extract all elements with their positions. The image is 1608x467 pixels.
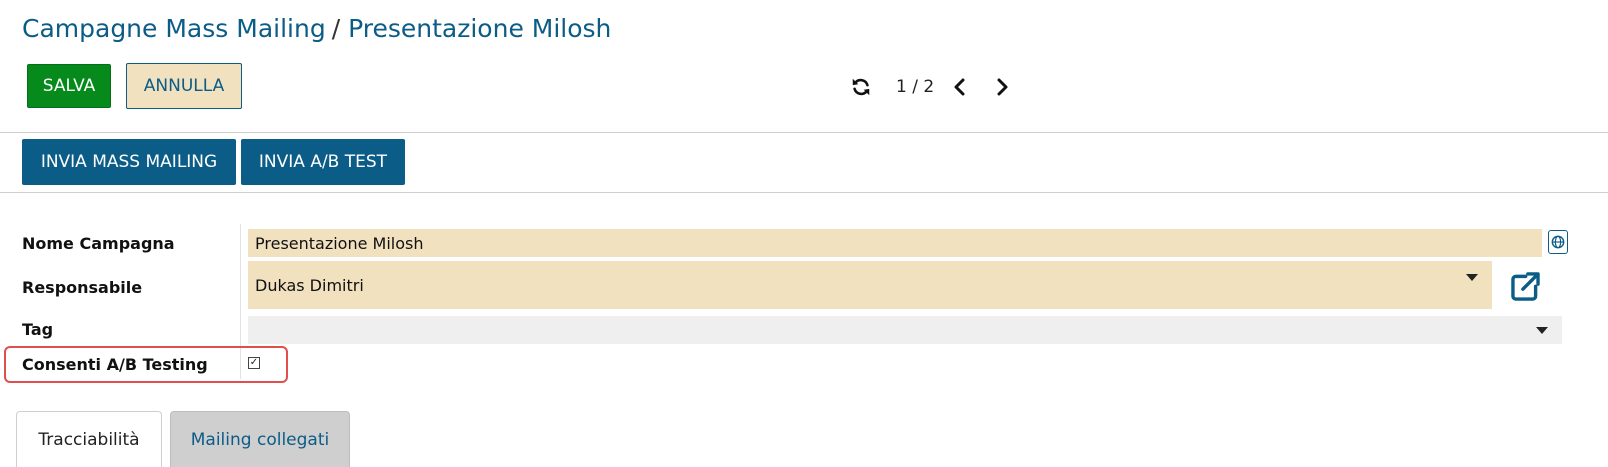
send-mass-mailing-button[interactable]: INVIA MASS MAILING <box>22 139 236 185</box>
checkmark-icon: ✓ <box>249 357 259 368</box>
campaign-name-label: Nome Campagna <box>22 234 175 253</box>
send-ab-test-button[interactable]: INVIA A/B TEST <box>241 139 405 185</box>
breadcrumb-parent-link[interactable]: Campagne Mass Mailing <box>22 14 326 43</box>
ab-testing-checkbox[interactable]: ✓ <box>248 357 260 369</box>
tab-tracciabilita[interactable]: Tracciabilità <box>16 411 162 467</box>
tag-select[interactable] <box>248 316 1562 344</box>
campaign-name-input[interactable]: Presentazione Milosh <box>248 229 1542 257</box>
chevron-right-icon[interactable] <box>994 77 1010 97</box>
toolbar-divider <box>0 132 1608 133</box>
globe-icon[interactable] <box>1548 230 1568 254</box>
refresh-icon[interactable] <box>850 76 872 98</box>
responsible-value: Dukas Dimitri <box>255 275 364 295</box>
ab-testing-label: Consenti A/B Testing <box>22 355 208 374</box>
chevron-left-icon[interactable] <box>952 77 968 97</box>
tag-label: Tag <box>22 320 54 339</box>
header-divider <box>0 192 1608 193</box>
save-button[interactable]: SALVA <box>27 64 111 108</box>
external-link-icon[interactable] <box>1508 270 1542 304</box>
responsible-select[interactable]: Dukas Dimitri <box>248 261 1492 309</box>
breadcrumb: Campagne Mass Mailing / Presentazione Milo… <box>22 14 611 43</box>
tab-mailing-collegati[interactable]: Mailing collegati <box>170 411 350 467</box>
cancel-button[interactable]: ANNULLA <box>126 63 242 109</box>
responsible-label: Responsabile <box>22 278 143 297</box>
pager-value: 1 / 2 <box>896 77 935 97</box>
tag-caret-icon <box>1536 327 1548 334</box>
responsible-caret-icon <box>1466 274 1478 281</box>
page-title: Presentazione Milosh <box>348 14 612 43</box>
pager: 1 / 2 <box>850 72 1010 102</box>
breadcrumb-separator: / <box>331 14 341 43</box>
